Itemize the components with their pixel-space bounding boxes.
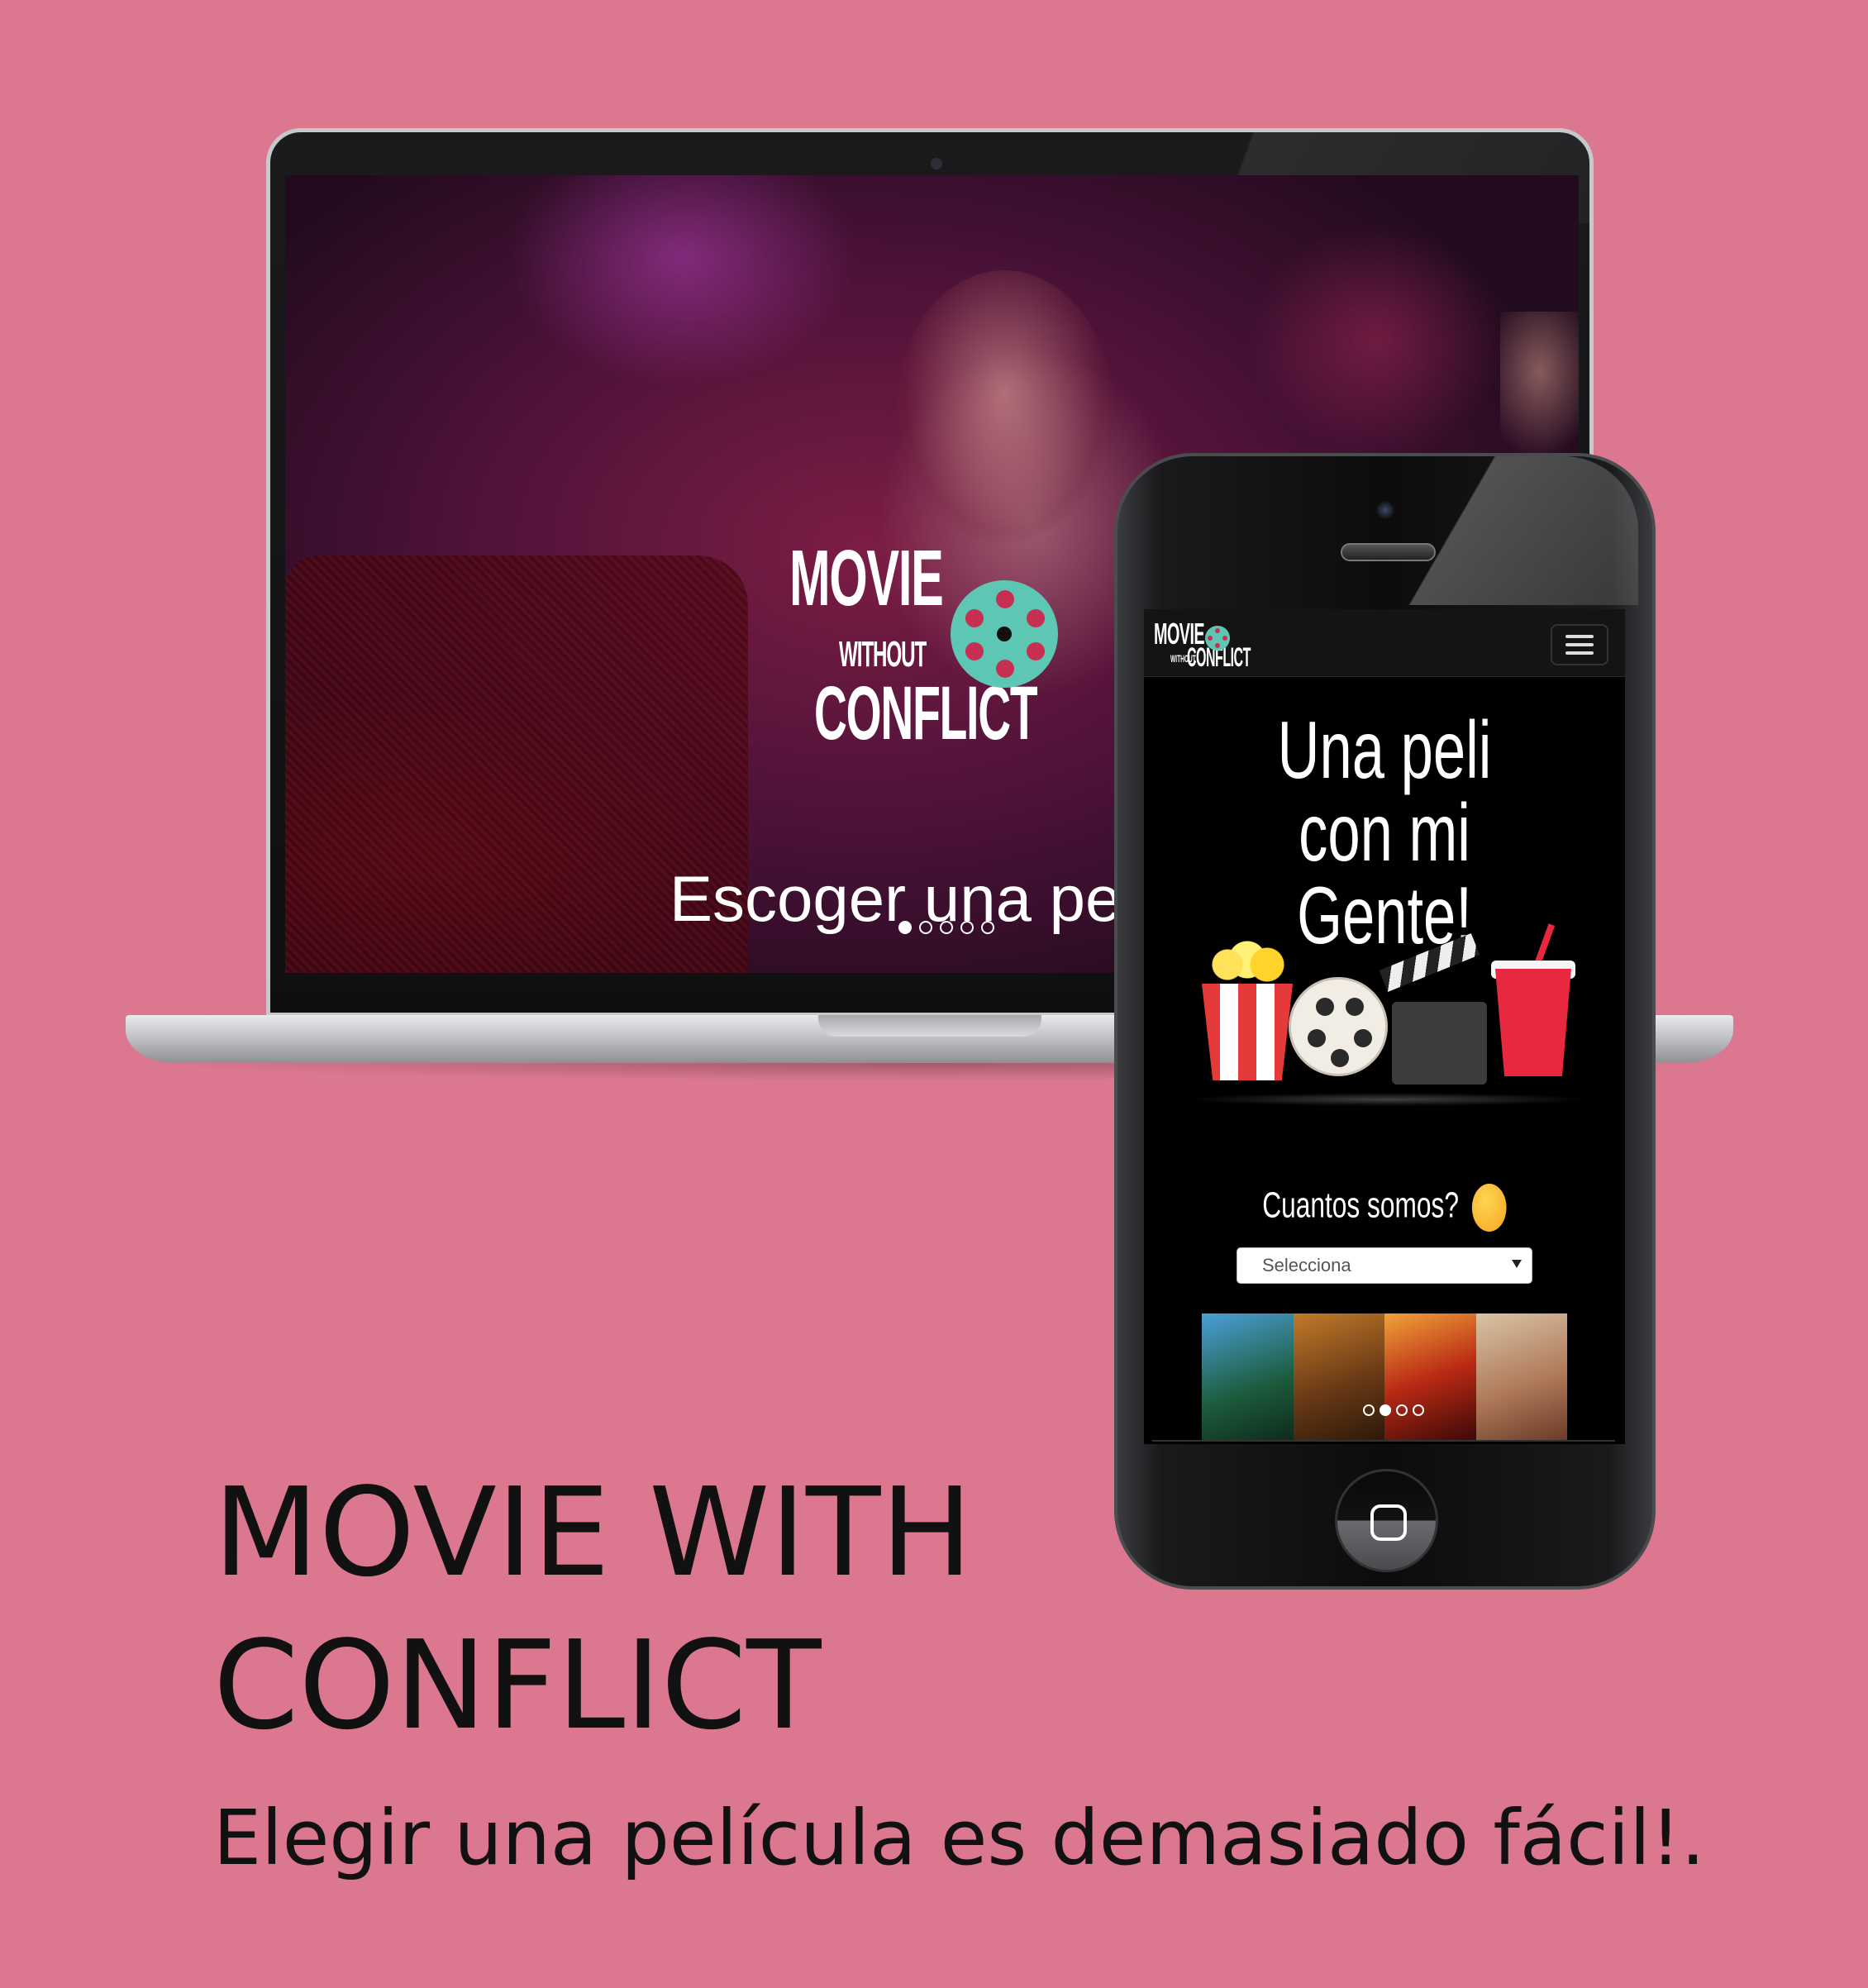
group-size-select[interactable]: Selecciona <box>1237 1247 1532 1284</box>
film-reel-icon <box>1205 626 1230 651</box>
film-reel-character <box>1289 977 1388 1076</box>
hamburger-icon[interactable] <box>1551 624 1608 665</box>
movie-poster-carousel[interactable] <box>1202 1313 1567 1442</box>
question-label: Cuantos somos? <box>1262 1185 1459 1226</box>
phone-navbar: MOVIE WITHOUT CONFLICT <box>1144 609 1625 677</box>
hero-person-secondary <box>1500 312 1579 460</box>
phone-camera <box>1376 501 1394 519</box>
hero-person <box>897 270 1112 543</box>
phone-screen: MOVIE WITHOUT CONFLICT Una peli con mi G… <box>1144 609 1625 1444</box>
phone-speaker <box>1341 543 1436 561</box>
phone-heading: Una peli con mi Gente! <box>1211 708 1557 956</box>
carousel-dot[interactable] <box>981 921 994 934</box>
carousel-dot[interactable] <box>898 921 912 934</box>
project-title: MOVIE WITH CONFLICT <box>213 1456 973 1762</box>
carousel-dot[interactable] <box>1363 1404 1375 1416</box>
movie-poster[interactable] <box>1384 1313 1476 1442</box>
home-button[interactable] <box>1335 1469 1438 1572</box>
popcorn-icon <box>1198 940 1297 989</box>
logo-word-movie: MOVIE <box>789 534 944 622</box>
soda-cup-icon <box>1495 969 1571 1076</box>
title-line: CONFLICT <box>213 1614 822 1757</box>
thinking-face-icon <box>1471 1184 1507 1232</box>
carousel-dot[interactable] <box>919 921 932 934</box>
clapperboard-top <box>1379 933 1480 992</box>
poster-carousel-indicators[interactable] <box>1363 1404 1424 1416</box>
cinema-characters-illustration <box>1185 923 1590 1113</box>
laptop-camera <box>931 158 942 169</box>
film-reel-icon <box>951 580 1058 688</box>
logo-word-without: WITHOUT <box>839 634 927 675</box>
carousel-dot[interactable] <box>1396 1404 1408 1416</box>
select-value: Selecciona <box>1262 1255 1351 1275</box>
carousel-dot[interactable] <box>960 921 974 934</box>
hero-caption: Escoger una pe <box>670 862 1122 935</box>
movie-poster[interactable] <box>1202 1313 1294 1442</box>
laptop-notch <box>818 1015 1041 1037</box>
movie-poster[interactable] <box>1475 1313 1567 1442</box>
carousel-dot[interactable] <box>1413 1404 1424 1416</box>
navbar-logo[interactable]: MOVIE WITHOUT CONFLICT <box>1154 619 1270 671</box>
heading-line: Una peli <box>1277 704 1492 795</box>
movie-poster[interactable] <box>1293 1313 1384 1442</box>
clapperboard-icon <box>1392 1002 1487 1085</box>
phone-glare <box>1341 456 1638 605</box>
heading-line: con mi <box>1299 787 1470 878</box>
project-subtitle: Elegir una película es demasiado fácil!. <box>213 1794 1705 1882</box>
title-line: MOVIE WITH <box>213 1461 973 1604</box>
divider <box>1152 1440 1615 1442</box>
home-square-icon <box>1370 1504 1407 1541</box>
carousel-dot[interactable] <box>940 921 953 934</box>
group-size-question: Cuantos somos? <box>1211 1184 1557 1232</box>
hero-logo: MOVIE WITHOUT CONFLICT <box>789 539 1062 770</box>
phone-mockup: MOVIE WITHOUT CONFLICT Una peli con mi G… <box>1114 453 1656 1590</box>
caret-down-icon <box>1512 1260 1522 1268</box>
carousel-dot[interactable] <box>1380 1404 1391 1416</box>
hero-carousel-indicators[interactable] <box>898 921 994 934</box>
